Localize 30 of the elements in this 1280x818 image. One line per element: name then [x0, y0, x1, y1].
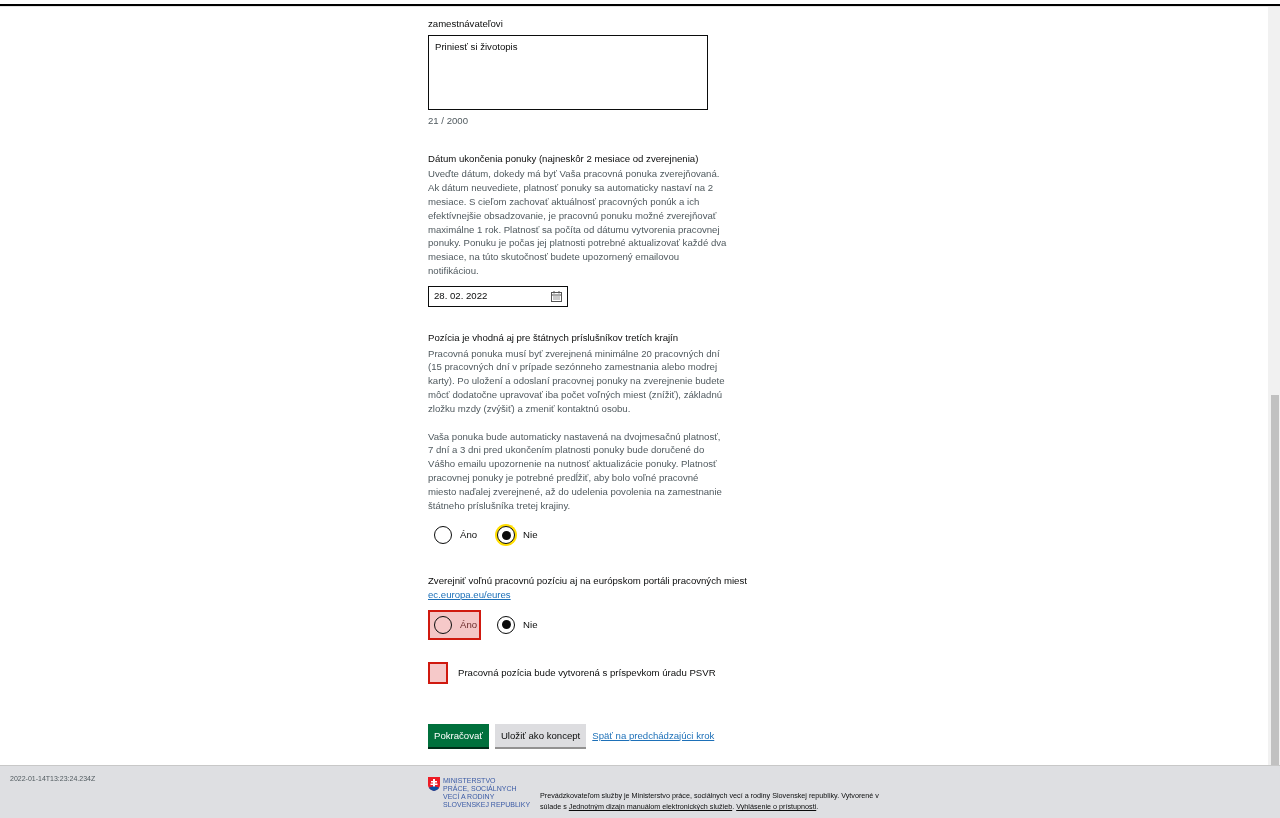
- radio-error-outline[interactable]: Áno: [428, 609, 482, 640]
- radio-option[interactable]: Nie: [491, 520, 542, 551]
- radio-button[interactable]: [497, 615, 516, 634]
- date-field[interactable]: 28. 02. 2022: [428, 285, 568, 307]
- radio-label[interactable]: Nie: [523, 618, 538, 632]
- radio-option[interactable]: Nie: [491, 609, 542, 640]
- field-label: Pozícia je vhodná aj pre štátnych príslušníkov tretích krajín: [428, 330, 679, 345]
- continue-button[interactable]: Pokračovať: [428, 723, 489, 747]
- coat-of-arms-icon: [428, 777, 440, 791]
- text-area[interactable]: Priniesť si životopis: [428, 34, 708, 110]
- checkbox-label[interactable]: Pracovná pozícia bude vytvorená s príspevkom úradu PSVR: [458, 666, 716, 680]
- field-hint: Vaša ponuka bude automaticky nastavená na dvojmesačnú platnosť, 7 dní a 3 dni pred ukončením platnosti ponuky bude doručené do Vášho emailu upozornenie na nutnosť aktualizácie ponuky. Platnosť pracovnej ponuky je potrebné predĺžiť, aby bolo voľné pracovné miesto naďalej zverejnené, až do udelenia povolenia na zamestnanie štátneho príslušníka tretej krajiny.: [428, 429, 723, 513]
- scrollbar[interactable]: [1268, 7, 1280, 765]
- radio-option[interactable]: Áno: [428, 520, 482, 551]
- field-label: Dátum ukončenia ponuky (najneskôr 2 mesiace od zverejnenia): [428, 151, 699, 166]
- radio-label[interactable]: Áno: [460, 528, 478, 543]
- field-hint: Pracovná ponuka musí byť zverejnená minimálne 20 pracovných dní (15 pracovných dní v prípade sezónneho zamestnania alebo modrej karty). Po uložení a odoslaní pracovnej ponuky na zverejnenie budete môcť dodatočne upravovať iba počet voľných miest (znížiť), základnú zložku mzdy (zvýšiť) a zmeniť kontaktnú osobu.: [428, 346, 726, 416]
- radio-label[interactable]: Nie: [523, 528, 538, 543]
- checkbox[interactable]: [428, 661, 448, 684]
- character-counter: 21 / 2000: [428, 113, 469, 128]
- radio-button[interactable]: [434, 615, 452, 634]
- calendar-icon[interactable]: [551, 290, 562, 302]
- field-hint: Uveďte dátum, dokedy má byť Vaša pracovná ponuka zverejňovaná. Ak dátum neuvediete, platnosť ponuky sa automaticky nastaví na 2 mesiace. S cieľom zachovať aktuálnosť pracovných ponúk a ich efektívnejšie obsadzovanie, je pracovnú ponuku možné zverejňovať maximálne 1 rok. Platnosť sa počíta od dátumu vytvorenia pracovnej ponuky. Ponuku je počas jej platnosti potrebné aktualizovať každé dva mesiace, na túto skutočnosť budete upozornený emailovou notifikáciou.: [428, 167, 728, 278]
- save-draft-button[interactable]: Uložiť ako koncept: [494, 723, 587, 747]
- eures-link[interactable]: ec.europa.eu/eures: [428, 589, 511, 601]
- field-hint: zamestnávateľovi: [428, 17, 504, 31]
- radio-label[interactable]: Áno: [460, 618, 478, 632]
- back-link[interactable]: Späť na predchádzajúci krok: [592, 728, 715, 743]
- radio-button[interactable]: [434, 526, 452, 545]
- field-label: Zverejniť voľnú pracovnú pozíciu aj na európskom portáli pracovných miest: [428, 574, 747, 589]
